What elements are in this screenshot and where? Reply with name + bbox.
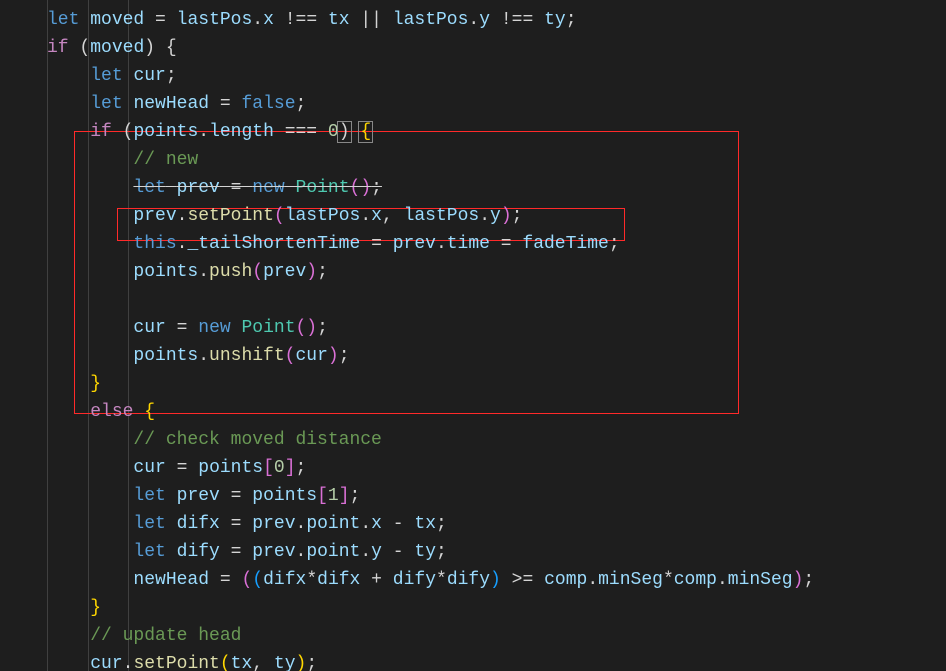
code-lines[interactable]: let moved = lastPos.x !== tx || lastPos.…: [47, 6, 814, 671]
code-line[interactable]: else {: [47, 398, 814, 426]
code-line[interactable]: let moved = lastPos.x !== tx || lastPos.…: [47, 6, 814, 34]
code-line[interactable]: points.push(prev);: [47, 258, 814, 286]
code-line[interactable]: // check moved distance: [47, 426, 814, 454]
code-line[interactable]: cur.setPoint(tx, ty);: [47, 650, 814, 671]
code-line[interactable]: if (moved) {: [47, 34, 814, 62]
code-line[interactable]: [47, 286, 814, 314]
code-line[interactable]: prev.setPoint(lastPos.x, lastPos.y);: [47, 202, 814, 230]
code-line[interactable]: if (points.length === 0) {: [47, 118, 814, 146]
code-line[interactable]: points.unshift(cur);: [47, 342, 814, 370]
code-editor[interactable]: let moved = lastPos.x !== tx || lastPos.…: [0, 0, 946, 671]
code-line[interactable]: cur = new Point();: [47, 314, 814, 342]
code-line[interactable]: // new: [47, 146, 814, 174]
code-line[interactable]: let cur;: [47, 62, 814, 90]
code-line[interactable]: let dify = prev.point.y - ty;: [47, 538, 814, 566]
code-line[interactable]: this._tailShortenTime = prev.time = fade…: [47, 230, 814, 258]
code-line[interactable]: let difx = prev.point.x - tx;: [47, 510, 814, 538]
code-line[interactable]: cur = points[0];: [47, 454, 814, 482]
code-line[interactable]: let prev = new Point();: [47, 174, 814, 202]
code-line[interactable]: let prev = points[1];: [47, 482, 814, 510]
code-line[interactable]: let newHead = false;: [47, 90, 814, 118]
code-line[interactable]: }: [47, 594, 814, 622]
code-line[interactable]: newHead = ((difx*difx + dify*dify) >= co…: [47, 566, 814, 594]
code-line[interactable]: // update head: [47, 622, 814, 650]
code-line[interactable]: }: [47, 370, 814, 398]
